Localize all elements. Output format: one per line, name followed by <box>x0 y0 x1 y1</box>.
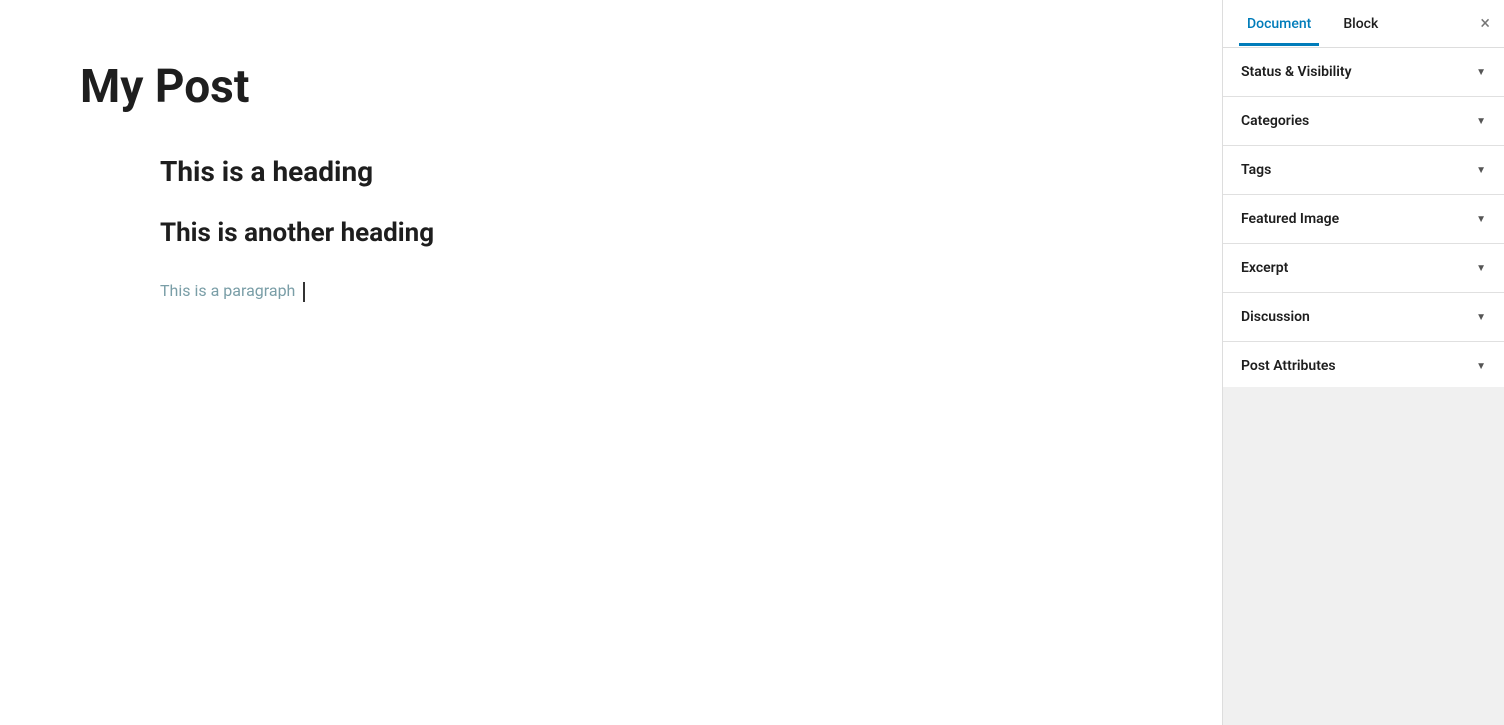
panel-featured-image[interactable]: Featured Image ▼ <box>1223 195 1504 244</box>
panel-label-post-attributes: Post Attributes <box>1241 358 1336 374</box>
post-content: This is a heading This is another headin… <box>80 155 1142 304</box>
panel-categories[interactable]: Categories ▼ <box>1223 97 1504 146</box>
sidebar-tabs: Document Block × <box>1223 0 1504 48</box>
panel-tags[interactable]: Tags ▼ <box>1223 146 1504 195</box>
sidebar-panels: Status & Visibility▼Categories▼Tags▼Feat… <box>1223 48 1504 387</box>
sidebar-bottom-space <box>1223 387 1504 725</box>
chevron-down-icon-featured-image: ▼ <box>1476 214 1486 225</box>
content-heading-2[interactable]: This is another heading <box>160 218 1142 248</box>
close-icon[interactable]: × <box>1480 15 1490 33</box>
chevron-down-icon-categories: ▼ <box>1476 116 1486 127</box>
chevron-down-icon-tags: ▼ <box>1476 165 1486 176</box>
panel-label-tags: Tags <box>1241 162 1271 178</box>
tab-block[interactable]: Block <box>1335 2 1386 46</box>
panel-post-attributes[interactable]: Post Attributes ▼ <box>1223 342 1504 387</box>
panel-label-excerpt: Excerpt <box>1241 260 1288 276</box>
sidebar: Document Block × Status & Visibility▼Cat… <box>1222 0 1504 725</box>
editor-area: My Post This is a heading This is anothe… <box>0 0 1222 725</box>
panel-label-discussion: Discussion <box>1241 309 1310 325</box>
panel-label-categories: Categories <box>1241 113 1309 129</box>
panel-status-visibility[interactable]: Status & Visibility ▼ <box>1223 48 1504 97</box>
panel-label-featured-image: Featured Image <box>1241 211 1339 227</box>
panel-discussion[interactable]: Discussion ▼ <box>1223 293 1504 342</box>
content-paragraph[interactable]: This is a paragraph <box>160 278 1142 304</box>
tab-document[interactable]: Document <box>1239 2 1319 46</box>
chevron-down-icon-discussion: ▼ <box>1476 312 1486 323</box>
chevron-down-icon-post-attributes: ▼ <box>1476 361 1486 372</box>
panel-excerpt[interactable]: Excerpt ▼ <box>1223 244 1504 293</box>
content-heading-1[interactable]: This is a heading <box>160 155 1142 188</box>
post-title[interactable]: My Post <box>80 60 1142 115</box>
chevron-down-icon-excerpt: ▼ <box>1476 263 1486 274</box>
text-cursor <box>303 282 305 302</box>
panel-label-status-visibility: Status & Visibility <box>1241 64 1352 80</box>
chevron-down-icon-status-visibility: ▼ <box>1476 67 1486 78</box>
